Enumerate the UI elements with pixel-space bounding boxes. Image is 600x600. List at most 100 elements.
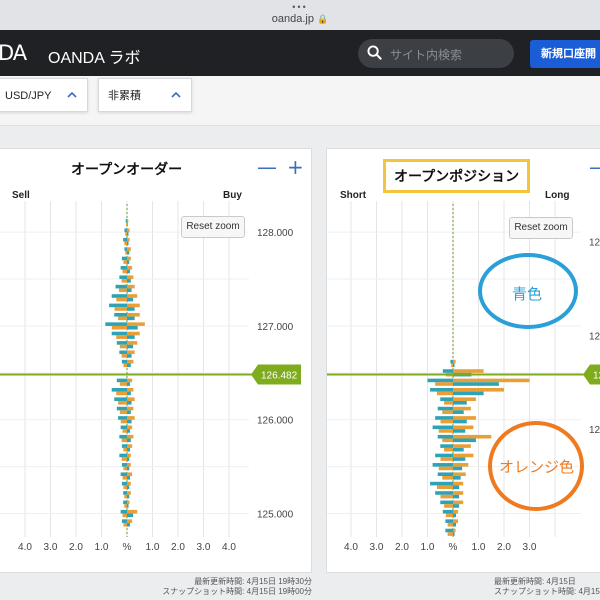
bar-buy xyxy=(127,406,134,411)
bar-long xyxy=(453,369,484,373)
bar-long-pending xyxy=(436,391,453,396)
bar-long-pending xyxy=(445,513,453,518)
bar-sell-pending xyxy=(127,382,131,386)
bar-short xyxy=(437,472,453,477)
price-tick-label: 126.000 xyxy=(257,416,294,427)
bar-long xyxy=(453,491,464,495)
bar-buy xyxy=(127,425,133,430)
reset-zoom-button[interactable]: Reset zoom xyxy=(509,217,573,239)
current-price-label: 126.482 xyxy=(261,371,298,382)
bar-sell xyxy=(121,463,127,467)
cumulative-mode-value: 非累積 xyxy=(108,90,141,102)
x-tick-label: 1.0 xyxy=(95,542,109,553)
bar-long xyxy=(453,406,471,411)
search-box[interactable]: サイト内検索 xyxy=(358,39,514,68)
bar-long xyxy=(453,416,476,420)
open-positions-panel: オープンポジション — Short Long 1261212124.03.02.… xyxy=(326,148,600,573)
bar-buy-pending xyxy=(118,288,127,293)
bar-short xyxy=(432,425,453,430)
bar-short xyxy=(440,500,453,505)
bar-long-pending xyxy=(442,410,453,414)
bar-short-pending xyxy=(453,513,457,518)
orange-annotation-label: オレンジ色 xyxy=(499,459,575,476)
browser-menu-dots[interactable]: ••• xyxy=(0,3,600,12)
bar-sell-pending xyxy=(127,288,132,293)
bar-buy-pending xyxy=(121,279,127,283)
bar-buy-pending xyxy=(118,316,127,321)
bar-sell-pending xyxy=(127,457,130,461)
bar-buy-pending xyxy=(126,222,127,227)
bar-sell-pending xyxy=(127,316,135,321)
bar-buy xyxy=(127,378,133,383)
bar-long xyxy=(453,444,471,448)
bar-buy-pending xyxy=(123,363,127,368)
bar-buy-pending xyxy=(123,522,127,527)
bar-short xyxy=(440,397,453,401)
bar-buy-pending xyxy=(119,410,127,414)
bar-buy xyxy=(127,500,130,505)
bar-sell xyxy=(119,275,127,280)
bar-buy-pending xyxy=(118,400,127,405)
bar-short-pending xyxy=(453,485,460,490)
bar-short xyxy=(435,453,453,458)
bar-buy xyxy=(127,359,134,364)
site-title[interactable]: OANDA ラボ xyxy=(48,44,140,68)
bar-long-pending xyxy=(436,485,453,490)
bar-short xyxy=(435,416,453,420)
oanda-logo[interactable]: DA xyxy=(0,41,27,65)
bar-sell-pending xyxy=(127,504,129,508)
price-tick-label: 12 xyxy=(589,425,600,436)
bar-long xyxy=(453,472,466,477)
bar-buy xyxy=(127,341,138,345)
bar-short-pending xyxy=(453,447,464,452)
cumulative-mode-select[interactable]: 非累積 xyxy=(98,78,192,112)
bar-sell-pending xyxy=(127,297,134,302)
open-orders-chart[interactable]: 126.482 128.000 127.000 126.000 125.000 4.0 3.… xyxy=(0,149,313,574)
x-tick-label: 3.0 xyxy=(370,542,384,553)
bar-sell-pending xyxy=(127,485,130,490)
bar-long-pending xyxy=(442,476,453,480)
currency-pair-select[interactable]: USD/JPY xyxy=(0,78,88,112)
bar-sell-pending xyxy=(127,232,129,236)
open-account-button[interactable]: 新規口座開 xyxy=(530,40,600,68)
bar-sell xyxy=(119,434,127,439)
bar-buy-pending xyxy=(116,335,127,339)
open-positions-chart[interactable]: 126 12 12 12 4.0 3.0 2.0 1.0% 1.0 2.0 3.0 xyxy=(327,149,600,574)
bar-short-pending xyxy=(453,522,457,527)
x-tick-label: 3.0 xyxy=(523,542,537,553)
bar-buy-pending xyxy=(124,494,127,499)
browser-url[interactable]: oanda.jp 🔒 xyxy=(0,13,600,25)
bar-sell-pending xyxy=(127,335,135,339)
bar-sell xyxy=(124,228,127,233)
bar-sell xyxy=(114,397,127,401)
filter-bar: USD/JPY 非累積 xyxy=(0,76,600,126)
bar-sell xyxy=(121,519,127,523)
bar-sell xyxy=(120,425,127,430)
bar-buy-pending xyxy=(121,354,127,358)
bar-sell xyxy=(121,359,127,364)
x-tick-label: 4.0 xyxy=(344,542,358,553)
x-tick-label: 3.0 xyxy=(197,542,211,553)
bar-short xyxy=(442,369,453,373)
bar-buy xyxy=(127,303,140,308)
bar-buy-pending xyxy=(116,297,127,302)
current-price-label: 126 xyxy=(593,371,600,382)
bar-buy xyxy=(127,247,131,251)
search-input[interactable]: サイト内検索 xyxy=(390,46,462,63)
bar-buy-pending xyxy=(122,476,127,480)
bar-sell xyxy=(111,294,127,298)
price-tick-label: 125.000 xyxy=(257,510,294,521)
bar-buy xyxy=(127,453,131,458)
bar-buy xyxy=(127,275,134,280)
bar-sell-pending xyxy=(127,250,130,255)
bar-short xyxy=(427,378,453,383)
bar-buy xyxy=(127,463,131,467)
bar-long-pending xyxy=(440,457,453,461)
currency-pair-value: USD/JPY xyxy=(5,90,52,102)
bar-sell xyxy=(121,481,127,486)
bar-sell-pending xyxy=(127,513,134,518)
bar-sell xyxy=(119,453,127,458)
bar-buy xyxy=(127,312,140,317)
reset-zoom-button[interactable]: Reset zoom xyxy=(181,216,245,238)
bar-buy xyxy=(127,509,138,514)
